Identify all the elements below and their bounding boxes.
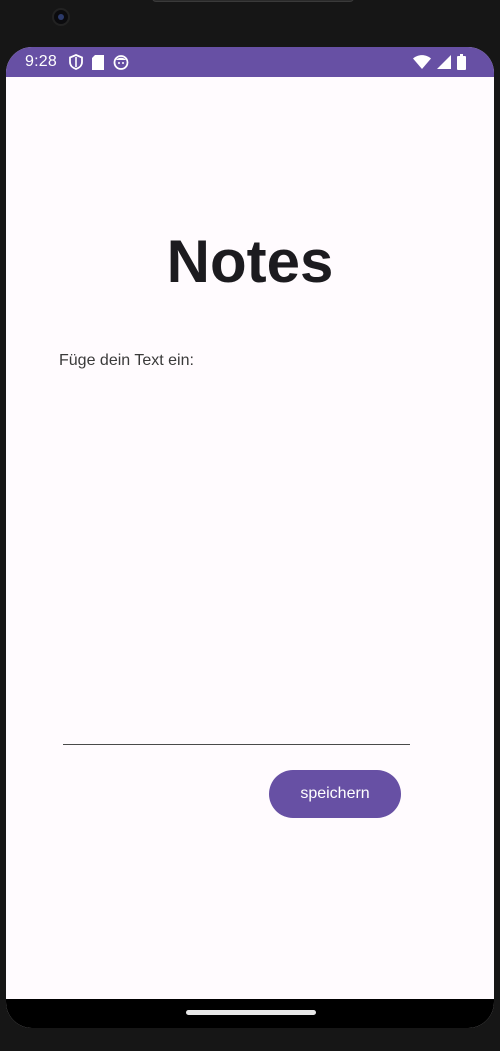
sd-card-icon [92, 54, 104, 75]
status-icons-left [69, 54, 129, 75]
home-gesture-handle[interactable] [186, 1010, 316, 1015]
phone-screen: 9:28 Notes Füge dein Text ein: speichern [6, 47, 494, 1028]
page-title: Notes [166, 228, 334, 295]
navigation-bar [6, 999, 494, 1028]
shield-icon [69, 54, 83, 75]
battery-icon [457, 54, 466, 75]
status-icons-right [413, 54, 466, 75]
app-content: Notes Füge dein Text ein: speichern [6, 77, 494, 999]
note-prompt-label: Füge dein Text ein: [59, 352, 194, 369]
status-bar: 9:28 [6, 47, 494, 77]
note-text-input[interactable] [63, 407, 410, 745]
cell-signal-icon [437, 55, 451, 74]
device-frame: 9:28 Notes Füge dein Text ein: speichern [0, 0, 500, 1051]
front-camera [52, 8, 70, 26]
app-notification-icon [113, 54, 129, 75]
wifi-icon [413, 55, 431, 74]
save-button[interactable]: speichern [269, 770, 401, 818]
status-time: 9:28 [25, 53, 57, 70]
speaker-grille [152, 0, 354, 2]
